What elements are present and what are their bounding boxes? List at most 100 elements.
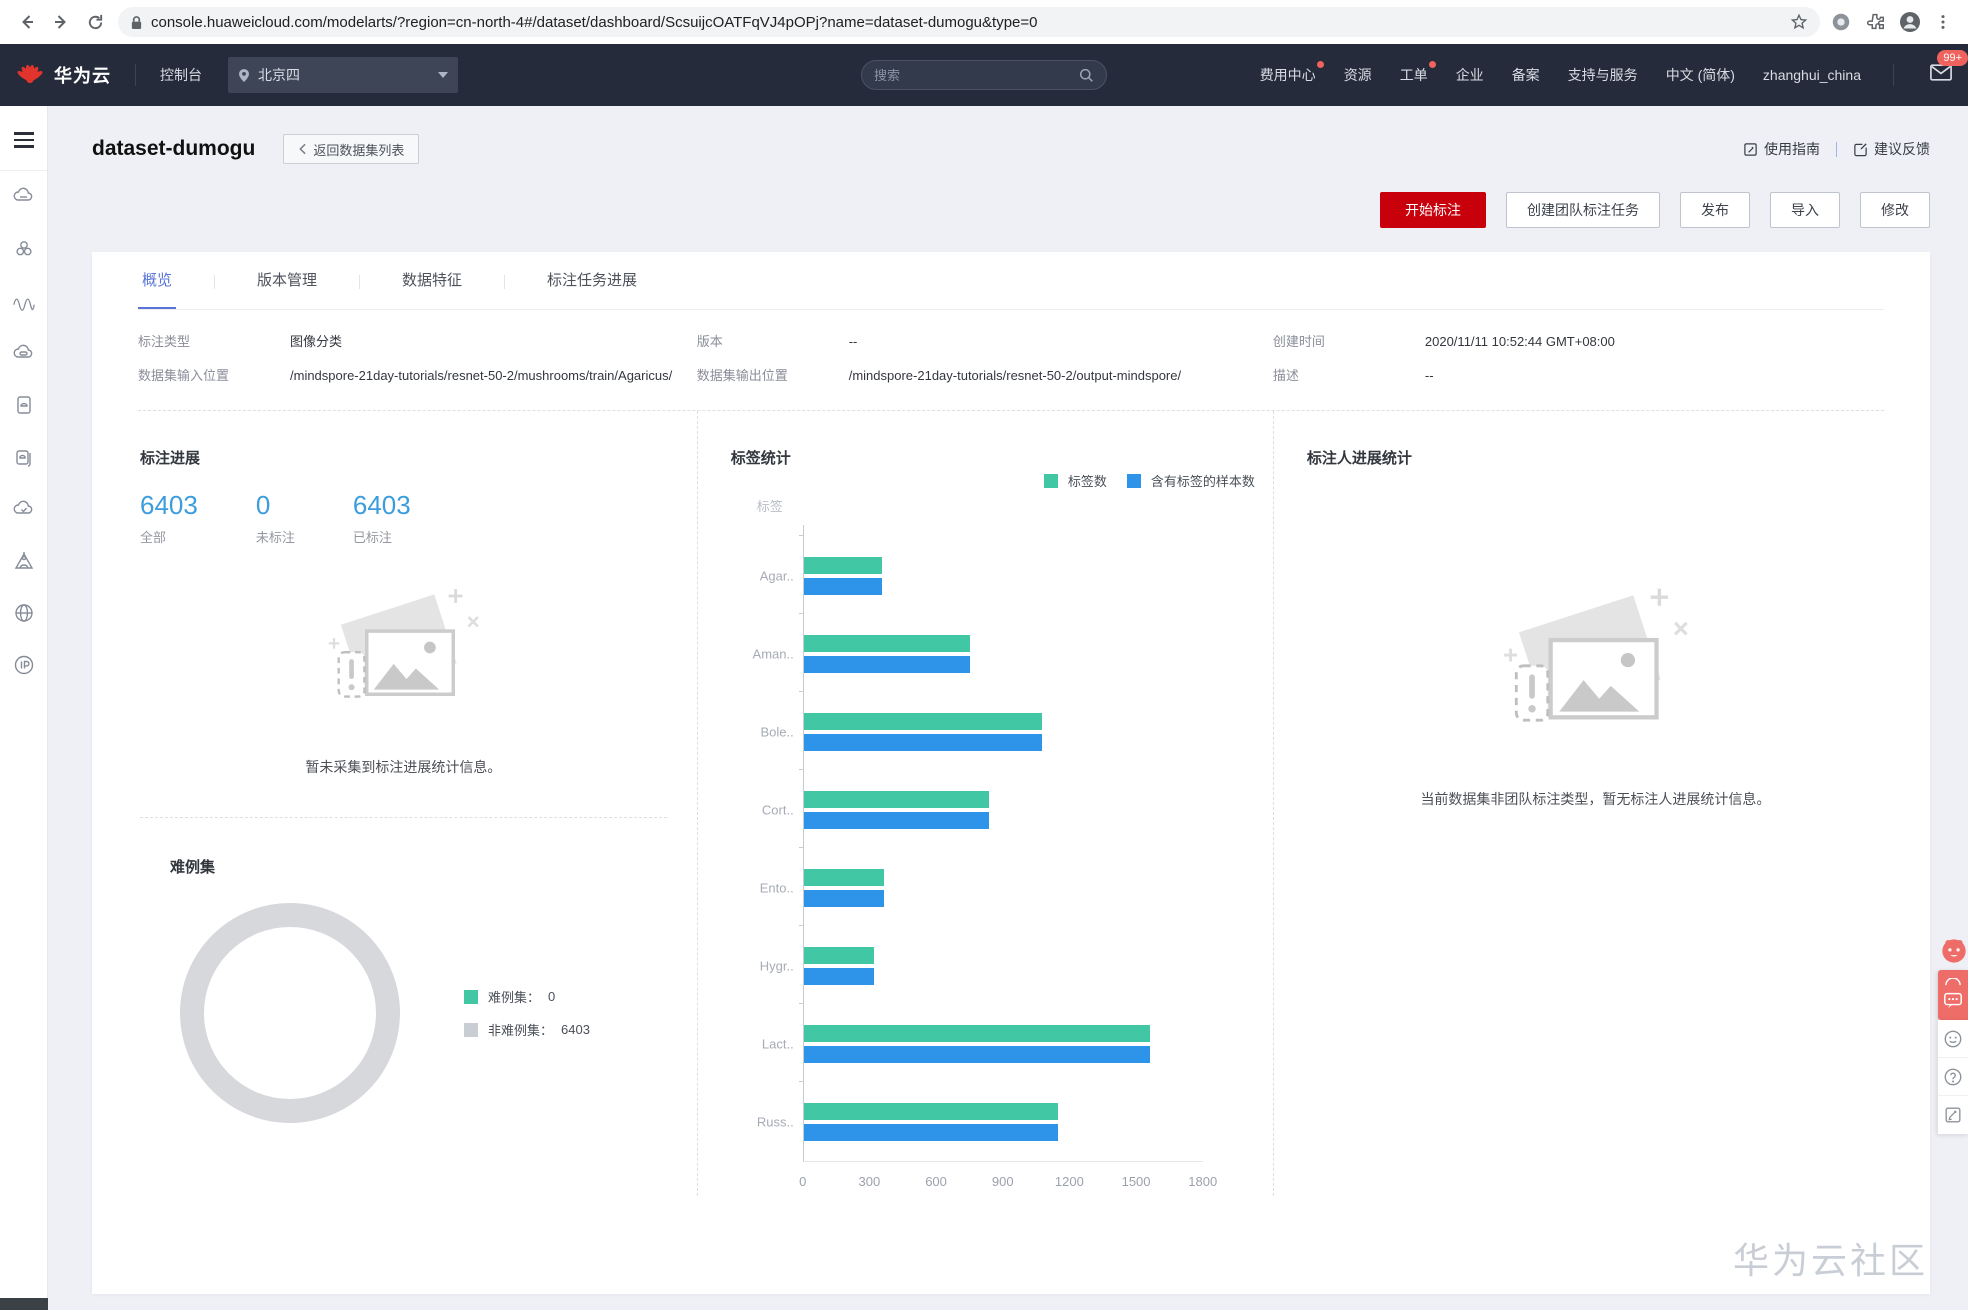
sidebar-divider [0,170,47,171]
x-tick-label: 900 [992,1174,1014,1189]
nav-search[interactable] [861,60,1107,90]
bar [804,869,885,886]
community-watermark: 华为云社区 [1733,1232,1928,1284]
tab-divider [359,275,360,289]
tab-labeling-task-progress[interactable]: 标注任务进展 [543,269,641,309]
nav-item-support[interactable]: 支持与服务 [1568,65,1638,85]
nav-item-billing[interactable]: 费用中心 [1260,65,1316,85]
tab-divider [504,275,505,289]
annotator-progress-section: 标注人进展统计 [1273,411,1884,1196]
page-title: dataset-dumogu [92,137,255,161]
survey-form-button[interactable] [1938,1096,1968,1134]
chevron-left-icon [298,143,307,155]
bar [804,812,989,829]
bar-group: Bole.. [804,693,1203,771]
annotator-progress-title: 标注人进展统计 [1307,447,1884,468]
guide-doc-icon [1743,142,1758,157]
tab-divider [214,275,215,289]
floating-assistant-toolbar [1938,937,1968,1134]
profile-avatar-icon[interactable] [1898,10,1922,34]
create-team-labeling-task-button[interactable]: 创建团队标注任务 [1506,192,1660,228]
back-to-dataset-list-button[interactable]: 返回数据集列表 [283,134,419,164]
bar-group: Cort.. [804,771,1203,849]
bar [804,656,970,673]
menu-icon[interactable] [14,128,34,152]
nav-item-tickets[interactable]: 工单 [1400,65,1428,85]
arc-icon [1944,978,1962,986]
tab-version-management[interactable]: 版本管理 [253,269,321,309]
bookmark-star-icon[interactable] [1790,13,1808,31]
documents-icon[interactable] [12,445,36,469]
info-input-path: 数据集输入位置/mindspore-21day-tutorials/resnet… [138,366,697,386]
label-statistics-section: 标签统计 标签数 含有标签的样本数 标签 Agar..Aman..Bole..C… [697,411,1273,1196]
sidebar-bottom-strip [0,1298,48,1310]
stat-unlabeled: 0未标注 [256,490,295,546]
publish-button[interactable]: 发布 [1680,192,1750,228]
ip-icon[interactable] [12,653,36,677]
chart-legend: 标签数 含有标签的样本数 [1044,471,1255,490]
assistant-chat-button[interactable] [1938,970,1968,1020]
region-name: 北京四 [258,65,438,85]
nav-item-enterprise[interactable]: 企业 [1456,65,1484,85]
nav-item-icp[interactable]: 备案 [1512,65,1540,85]
modify-button[interactable]: 修改 [1860,192,1930,228]
tab-data-features[interactable]: 数据特征 [398,269,466,309]
huawei-cloud-brand[interactable]: 华为云 [16,62,111,88]
nav-item-language[interactable]: 中文 (简体) [1666,65,1735,85]
tab-overview[interactable]: 概览 [138,269,176,309]
bar [804,947,874,964]
extensions-puzzle-icon[interactable] [1864,11,1886,33]
help-button[interactable] [1938,1058,1968,1096]
help-icon [1943,1067,1963,1087]
legend-label-count: 标签数 [1044,471,1107,490]
waves-icon[interactable] [12,289,36,313]
bar [804,713,1042,730]
assistant-robot-icon[interactable] [1940,937,1968,965]
extension-badge-icon[interactable] [1830,11,1852,33]
feedback-link[interactable]: 建议反馈 [1853,139,1930,159]
messages-button[interactable]: 99+ [1930,64,1952,86]
url-bar[interactable]: console.huaweicloud.com/modelarts/?regio… [118,7,1820,37]
cloud-check-icon[interactable] [12,497,36,521]
bar-chart-rows: Agar..Aman..Bole..Cort..Ento..Hygr..Lact… [803,525,1203,1162]
bar [804,1103,1058,1120]
cluster-icon[interactable] [12,237,36,261]
console-link[interactable]: 控制台 [160,65,202,85]
bar-category-label: Bole.. [730,725,794,740]
beacon-icon[interactable] [12,549,36,573]
search-icon[interactable] [1079,68,1094,83]
legend-swatch-green [464,990,478,1004]
document-icon[interactable] [12,393,36,417]
cloud-storage-icon[interactable] [12,341,36,365]
smiley-feedback-button[interactable] [1938,1020,1968,1058]
bar-category-label: Russ.. [730,1115,794,1130]
bar-group: Russ.. [804,1083,1203,1161]
bar-category-label: Hygr.. [730,959,794,974]
legend-hard-examples: 难例集：0 [464,987,590,1006]
nav-item-resources[interactable]: 资源 [1344,65,1372,85]
browser-menu-dots-icon[interactable] [1934,13,1952,31]
globe-icon[interactable] [12,601,36,625]
import-button[interactable]: 导入 [1770,192,1840,228]
forward-arrow-icon [51,12,71,32]
topnav-right-menu: 费用中心 资源 工单 企业 备案 支持与服务 中文 (简体) zhanghui_… [1260,64,1952,86]
bar [804,557,882,574]
search-input[interactable] [874,68,1079,83]
browser-reload-button[interactable] [78,5,112,39]
x-tick-label: 1800 [1188,1174,1217,1189]
usage-guide-link[interactable]: 使用指南 [1743,139,1820,159]
start-labeling-button[interactable]: 开始标注 [1380,192,1486,228]
stat-labeled: 6403已标注 [353,490,411,546]
cloud-server-icon[interactable] [12,185,36,209]
region-selector[interactable]: 北京四 [228,57,458,93]
bar-category-label: Cort.. [730,803,794,818]
action-buttons-row: 开始标注 创建团队标注任务 发布 导入 修改 [92,192,1930,228]
browser-back-button[interactable] [10,5,44,39]
info-version: 版本-- [697,332,1273,352]
labeling-progress-section: 标注进展 6403全部 0未标注 6403已标注 [138,411,697,1196]
x-tick-label: 1200 [1055,1174,1084,1189]
bar [804,1046,1150,1063]
nav-item-account[interactable]: zhanghui_china [1763,67,1861,83]
bar-category-label: Ento.. [730,881,794,896]
browser-forward-button[interactable] [44,5,78,39]
